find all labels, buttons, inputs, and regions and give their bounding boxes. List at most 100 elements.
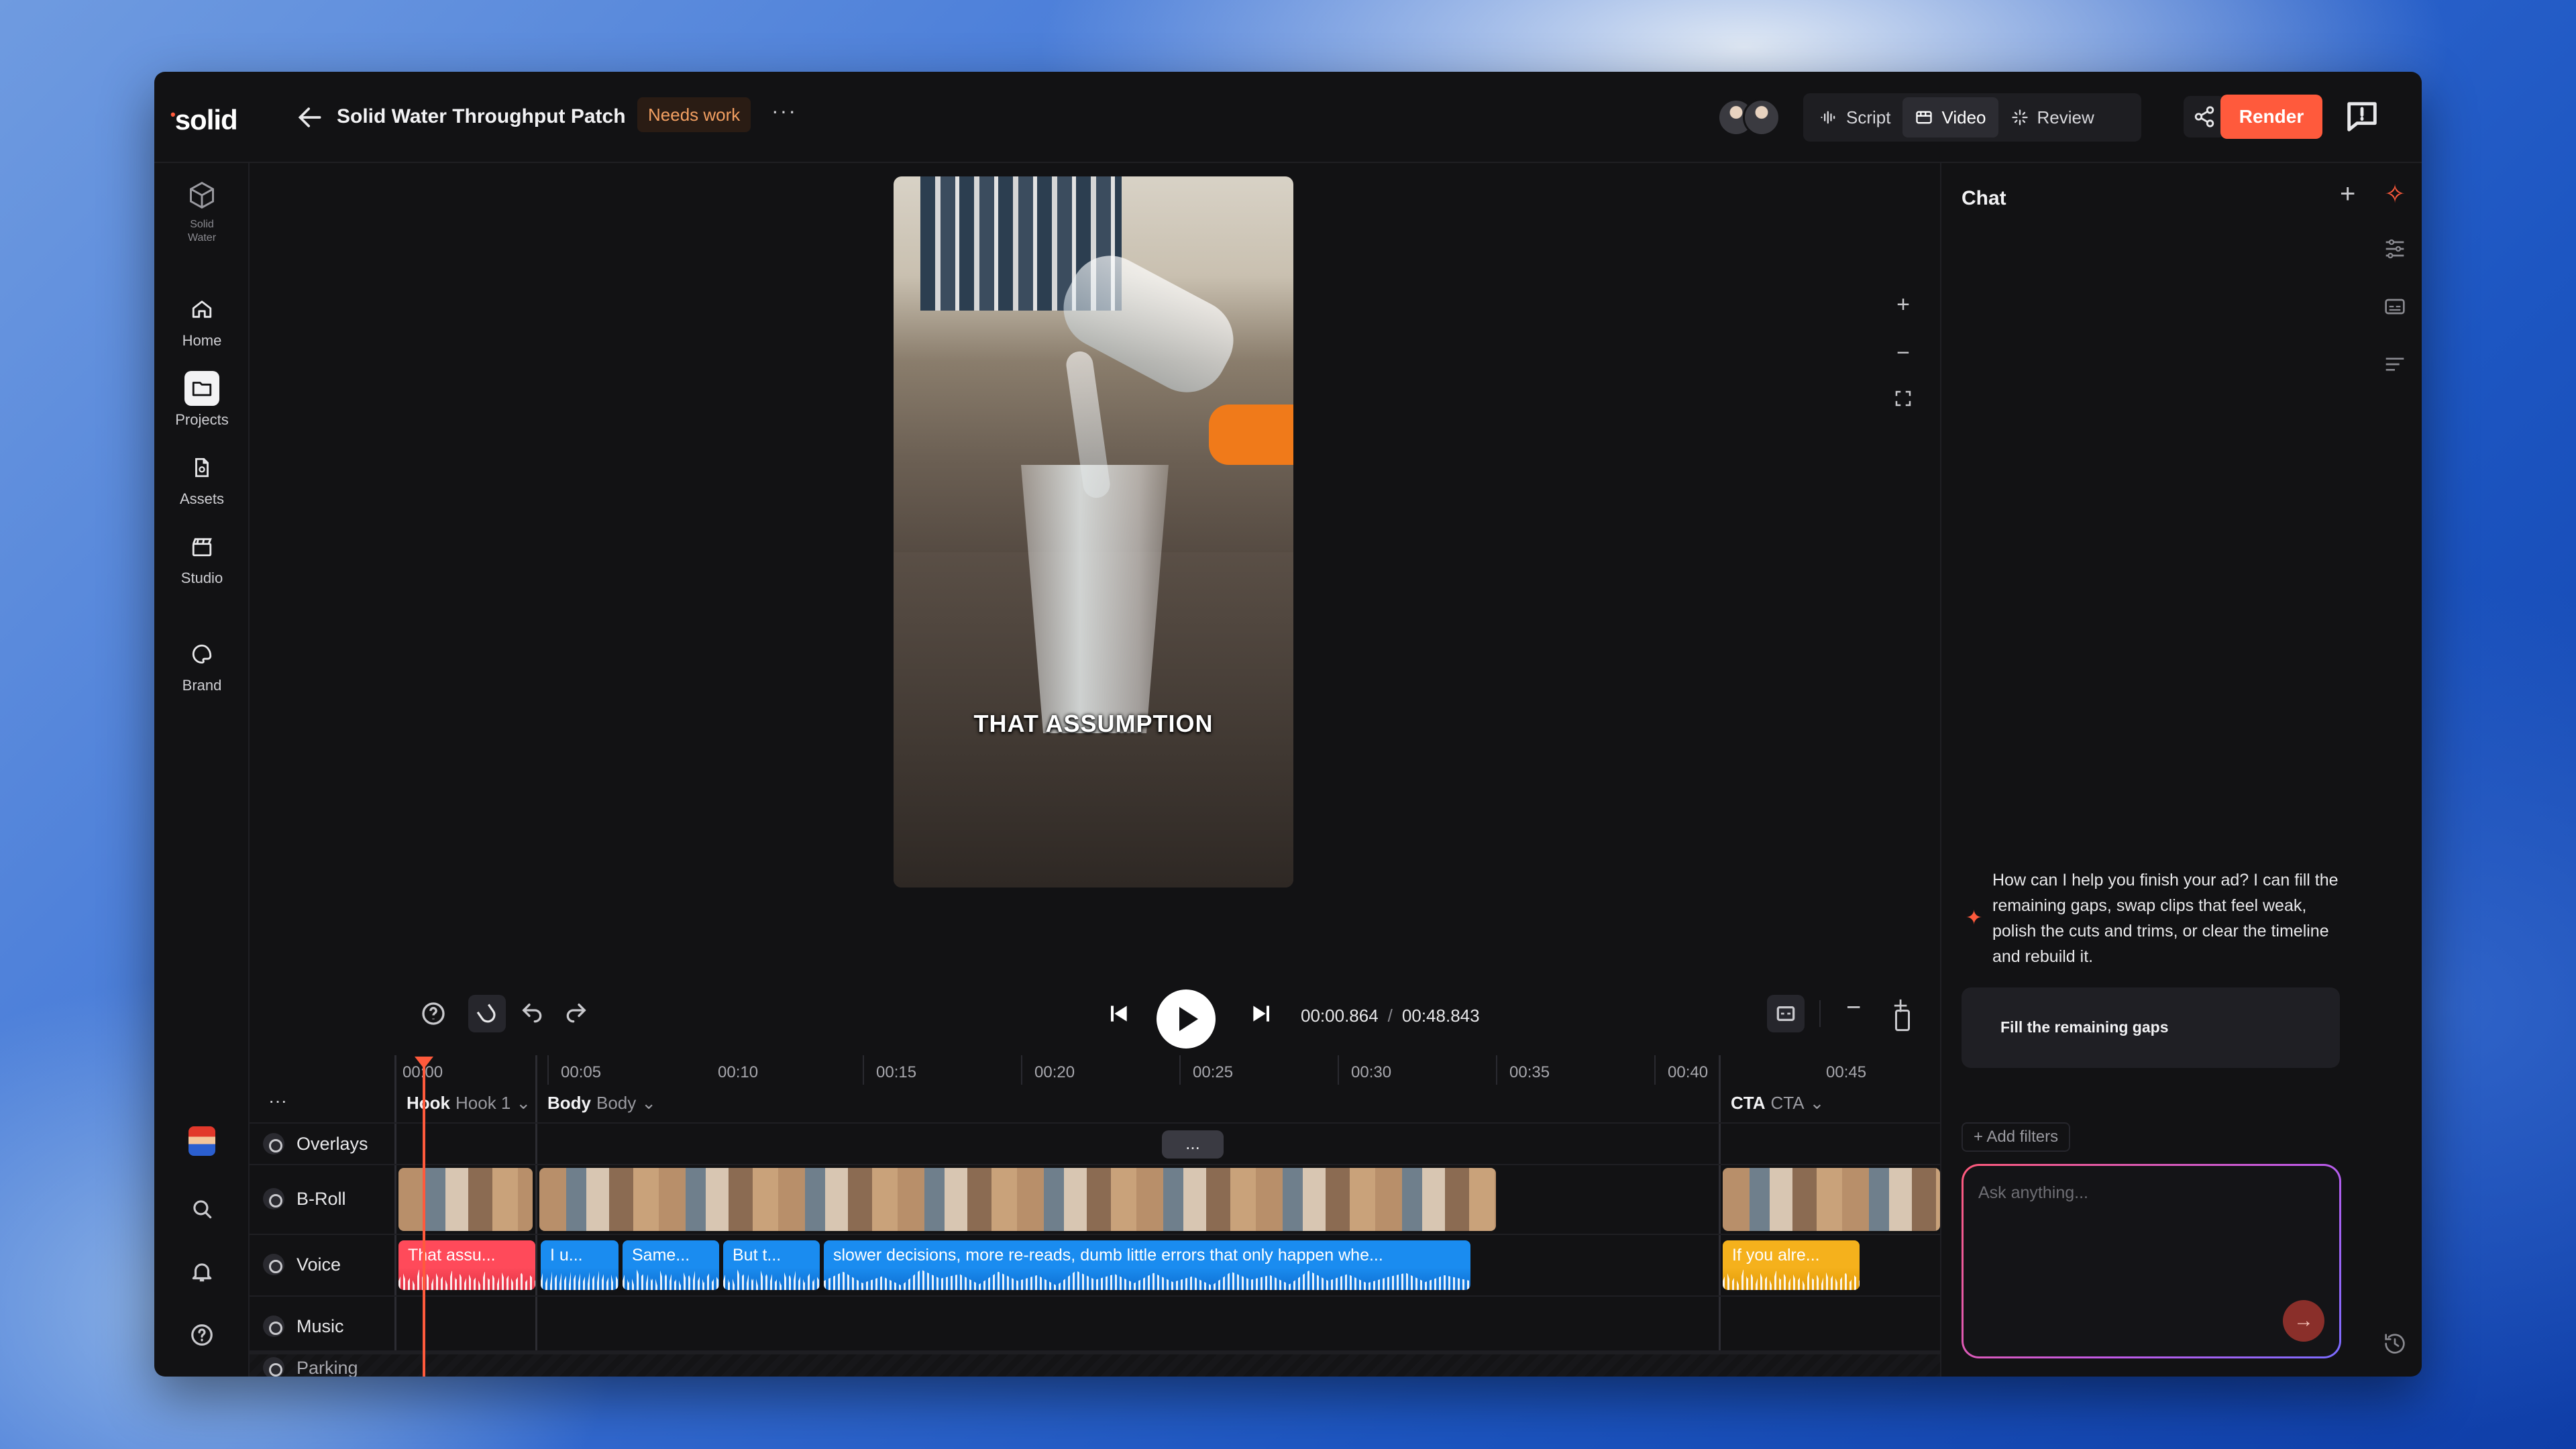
overlay-clip[interactable]: ... <box>1162 1130 1224 1159</box>
share-button[interactable] <box>2184 96 2225 138</box>
app-window: •solid Solid Water Throughput Patch Need… <box>154 72 2422 1377</box>
total-time: 00:48.843 <box>1401 1006 1480 1026</box>
video-preview[interactable]: THAT ASSUMPTION <box>894 176 1293 888</box>
align-left-icon[interactable] <box>2381 351 2408 378</box>
skip-back-icon[interactable] <box>1106 1000 1132 1027</box>
track-label[interactable]: Overlays <box>263 1133 368 1155</box>
voice-clip[interactable]: But t... <box>723 1240 820 1290</box>
tab-script-label: Script <box>1846 107 1891 127</box>
section-body[interactable]: Body Body ⌄ <box>547 1093 656 1114</box>
playhead[interactable] <box>415 1057 433 1377</box>
ai-sparkle-icon[interactable]: ✧ <box>2381 179 2408 209</box>
voice-clip[interactable]: If you alre... <box>1723 1240 1860 1290</box>
sidebar-item-label: Assets <box>179 490 225 507</box>
timeline-zoom-in-icon[interactable]: + <box>1893 992 1908 1021</box>
speaker-icon[interactable] <box>263 1254 284 1275</box>
track-label[interactable]: B-Roll <box>263 1188 346 1210</box>
zoom-out-icon[interactable]: − <box>1890 329 1917 377</box>
magnet-snap-button[interactable] <box>468 995 506 1032</box>
ruler-tick: 00:10 <box>718 1063 759 1081</box>
captions-toggle[interactable] <box>1767 995 1805 1032</box>
sidebar-item-label: Studio <box>180 570 223 586</box>
tab-script[interactable]: Script <box>1807 97 1902 138</box>
track-name: Music <box>297 1316 344 1336</box>
status-badge[interactable]: Needs work <box>637 97 751 132</box>
current-time: 00:00.864 <box>1301 1006 1379 1026</box>
play-button[interactable] <box>1157 989 1216 1049</box>
search-icon[interactable] <box>189 1196 215 1222</box>
add-filters-button[interactable]: + Add filters <box>1962 1122 2071 1152</box>
clapperboard-icon <box>184 529 219 564</box>
collaborator-avatars[interactable] <box>1717 99 1784 136</box>
broll-clip[interactable] <box>1723 1168 1940 1231</box>
send-button[interactable]: → <box>2283 1300 2324 1342</box>
ruler-gridline <box>1179 1055 1181 1085</box>
waveform-icon <box>1821 111 1835 124</box>
captions-icon[interactable] <box>2381 293 2408 320</box>
fit-screen-icon[interactable] <box>1890 377 1917 425</box>
more-options-button[interactable]: ··· <box>771 99 797 123</box>
history-icon[interactable] <box>2381 1330 2408 1357</box>
project-title[interactable]: Solid Water Throughput Patch <box>337 105 626 128</box>
timeline-zoom-out-icon[interactable]: − <box>1846 994 1861 1022</box>
eye-icon[interactable] <box>263 1188 284 1210</box>
voice-clip[interactable]: That assu... <box>398 1240 535 1290</box>
sidebar-item-assets[interactable]: Assets <box>154 450 250 508</box>
undo-icon[interactable] <box>519 1000 546 1027</box>
sidebar-item-studio[interactable]: Studio <box>154 529 250 587</box>
magnet-icon <box>476 1004 496 1023</box>
ruler-gridline <box>1338 1055 1339 1085</box>
sidebar-item-label: Projects <box>175 411 229 428</box>
speaker-icon[interactable] <box>263 1316 284 1337</box>
tab-video[interactable]: Video <box>1902 97 1998 138</box>
chat-input[interactable]: Ask anything... → <box>1964 1166 2339 1356</box>
chat-title: Chat <box>1962 187 2006 209</box>
track-label[interactable]: Voice <box>263 1254 341 1275</box>
workspace-switcher[interactable]: Solid Water <box>154 178 250 245</box>
eye-icon[interactable] <box>263 1133 284 1155</box>
eye-off-icon[interactable] <box>263 1357 284 1377</box>
track-name: B-Roll <box>297 1188 346 1209</box>
new-chat-icon[interactable]: + <box>2340 179 2355 209</box>
back-arrow-icon[interactable] <box>295 103 325 132</box>
ruler-tick: 00:35 <box>1509 1063 1550 1081</box>
folder-icon <box>184 371 219 406</box>
help-icon[interactable] <box>189 1322 215 1348</box>
mascot-icon[interactable] <box>154 1126 250 1156</box>
zoom-in-icon[interactable]: + <box>1890 280 1917 329</box>
section-variant: Hook 1 <box>455 1093 511 1113</box>
sidebar-item-label: Home <box>182 332 222 349</box>
render-button[interactable]: Render <box>2220 95 2322 139</box>
sliders-icon[interactable] <box>2381 235 2408 262</box>
tab-video-label: Video <box>1941 107 1986 127</box>
bell-icon[interactable] <box>189 1259 215 1285</box>
voice-clip[interactable]: Same... <box>623 1240 719 1290</box>
voice-clip[interactable]: slower decisions, more re-reads, dumb li… <box>824 1240 1470 1290</box>
sidebar-item-home[interactable]: Home <box>154 292 250 350</box>
app-logo[interactable]: •solid <box>170 104 238 136</box>
sidebar-item-label: Brand <box>182 677 222 694</box>
track-b-roll: B-Roll <box>250 1165 1940 1235</box>
time-readout: 00:00.864 / 00:48.843 <box>1301 1006 1480 1026</box>
redo-icon[interactable] <box>562 1000 589 1027</box>
track-label[interactable]: Music <box>263 1316 344 1337</box>
skip-forward-icon[interactable] <box>1248 1000 1275 1027</box>
ruler-tick: 00:25 <box>1193 1063 1234 1081</box>
preview-image <box>1021 465 1169 733</box>
time-ruler[interactable]: 00:00 00:05 00:10 00:15 00:20 00:25 00:3… <box>250 1055 1940 1085</box>
ruler-tick: 00:45 <box>1826 1063 1867 1081</box>
avatar <box>1743 99 1780 136</box>
track-name: Voice <box>297 1254 341 1275</box>
broll-clip[interactable] <box>539 1168 1496 1231</box>
feedback-icon[interactable] <box>2343 97 2381 136</box>
help-icon[interactable] <box>420 1000 447 1027</box>
broll-clip[interactable] <box>398 1168 533 1231</box>
track-label[interactable]: Parking <box>263 1357 358 1377</box>
sidebar-item-brand[interactable]: Brand <box>154 637 250 694</box>
tab-review[interactable]: Review <box>1998 97 2106 138</box>
voice-clip[interactable]: I u... <box>541 1240 619 1290</box>
sidebar-item-projects[interactable]: Projects <box>154 371 250 429</box>
section-cta[interactable]: CTA CTA ⌄ <box>1731 1093 1824 1114</box>
suggestion-button[interactable]: Fill the remaining gaps <box>1962 987 2340 1068</box>
timeline-more-button[interactable]: ··· <box>268 1090 287 1112</box>
